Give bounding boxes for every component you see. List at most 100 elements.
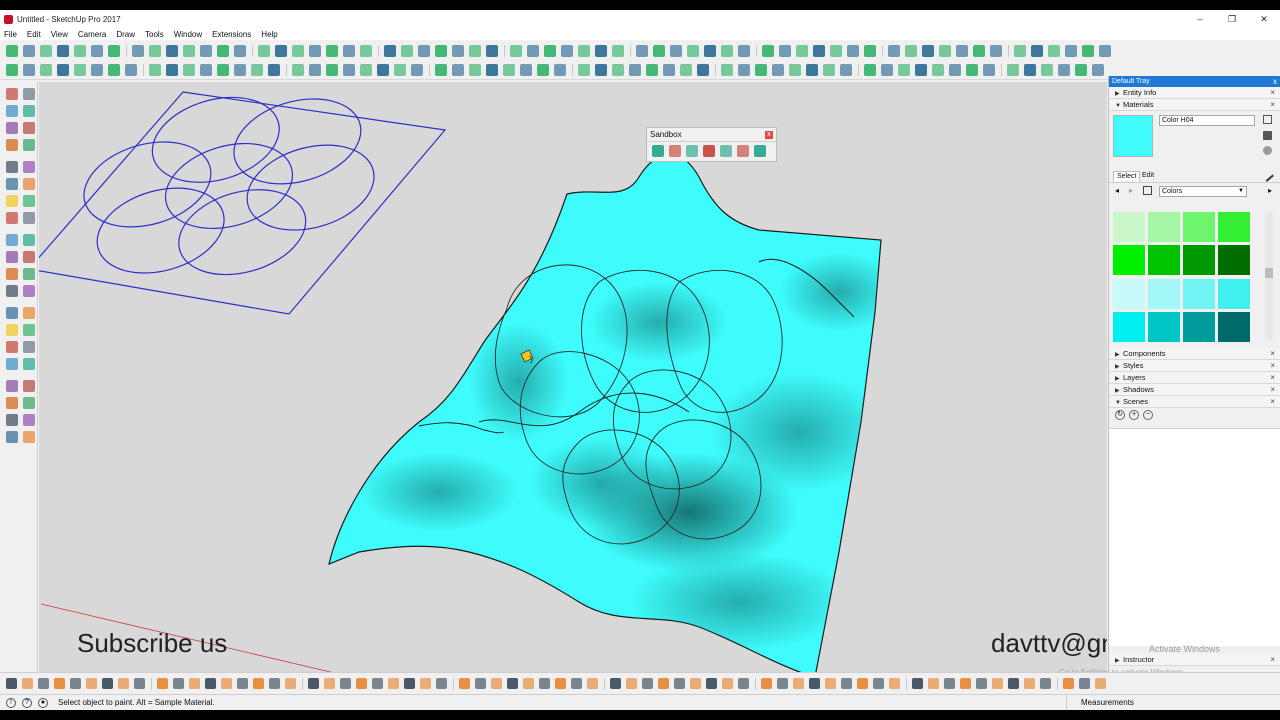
tool-icon[interactable] bbox=[6, 380, 18, 392]
material-swatch[interactable] bbox=[1183, 245, 1215, 276]
tool-icon[interactable] bbox=[1063, 678, 1074, 689]
tool-icon[interactable] bbox=[57, 44, 69, 57]
tool-icon[interactable] bbox=[1075, 64, 1087, 76]
tool-icon[interactable] bbox=[956, 44, 968, 57]
tool-icon[interactable] bbox=[612, 64, 624, 76]
tool-icon[interactable] bbox=[108, 44, 120, 57]
tool-icon[interactable] bbox=[309, 64, 321, 76]
tool-icon[interactable] bbox=[221, 678, 232, 689]
tool-icon[interactable] bbox=[1099, 44, 1111, 57]
tool-icon[interactable] bbox=[6, 358, 18, 370]
tool-icon[interactable] bbox=[674, 678, 685, 689]
tool-icon[interactable] bbox=[217, 44, 229, 57]
tool-icon[interactable] bbox=[966, 64, 978, 76]
tool-icon[interactable] bbox=[932, 64, 944, 76]
tool-icon[interactable] bbox=[864, 44, 876, 57]
tool-icon[interactable] bbox=[571, 678, 582, 689]
tool-icon[interactable] bbox=[91, 64, 103, 76]
tool-icon[interactable] bbox=[554, 64, 566, 76]
tool-icon[interactable] bbox=[377, 64, 389, 76]
tool-icon[interactable] bbox=[6, 178, 18, 190]
tool-icon[interactable] bbox=[6, 195, 18, 207]
tool-icon[interactable] bbox=[173, 678, 184, 689]
tool-icon[interactable] bbox=[949, 64, 961, 76]
tool-icon[interactable] bbox=[857, 678, 868, 689]
tool-icon[interactable] bbox=[1048, 44, 1060, 57]
tool-icon[interactable] bbox=[687, 44, 699, 57]
panel-close-icon[interactable]: × bbox=[1270, 360, 1275, 372]
tool-icon[interactable] bbox=[663, 64, 675, 76]
tool-icon[interactable] bbox=[149, 64, 161, 76]
tool-icon[interactable] bbox=[720, 145, 732, 157]
tool-icon[interactable] bbox=[200, 64, 212, 76]
palette-scroll-thumb[interactable] bbox=[1265, 268, 1273, 278]
tool-icon[interactable] bbox=[360, 64, 372, 76]
tool-icon[interactable] bbox=[703, 145, 715, 157]
tool-icon[interactable] bbox=[1095, 678, 1106, 689]
tool-icon[interactable] bbox=[23, 358, 35, 370]
material-swatch[interactable] bbox=[1113, 311, 1145, 342]
tool-icon[interactable] bbox=[944, 678, 955, 689]
tool-icon[interactable] bbox=[840, 64, 852, 76]
tool-icon[interactable] bbox=[343, 64, 355, 76]
tool-icon[interactable] bbox=[491, 678, 502, 689]
panel-instructor-head[interactable]: ▶ Instructor × bbox=[1109, 654, 1280, 666]
tool-icon[interactable] bbox=[881, 64, 893, 76]
menu-edit[interactable]: Edit bbox=[27, 30, 41, 39]
tool-icon[interactable] bbox=[721, 64, 733, 76]
tool-icon[interactable] bbox=[23, 397, 35, 409]
tool-icon[interactable] bbox=[813, 44, 825, 57]
close-button[interactable]: ✕ bbox=[1248, 10, 1280, 28]
menu-camera[interactable]: Camera bbox=[78, 30, 106, 39]
tool-icon[interactable] bbox=[830, 44, 842, 57]
credits-icon[interactable]: ? bbox=[22, 697, 32, 708]
tool-icon[interactable] bbox=[54, 678, 65, 689]
tool-icon[interactable] bbox=[404, 678, 415, 689]
tool-icon[interactable] bbox=[754, 145, 766, 157]
menu-tools[interactable]: Tools bbox=[145, 30, 164, 39]
tool-icon[interactable] bbox=[841, 678, 852, 689]
tool-icon[interactable] bbox=[626, 678, 637, 689]
model-viewport[interactable]: Subscribe us davttv@gmail.com bbox=[39, 82, 1107, 672]
tool-icon[interactable] bbox=[1079, 678, 1090, 689]
material-swatch[interactable] bbox=[1148, 278, 1180, 309]
tool-icon[interactable] bbox=[737, 145, 749, 157]
menu-help[interactable]: Help bbox=[261, 30, 277, 39]
tool-icon[interactable] bbox=[74, 44, 86, 57]
back-arrow-icon[interactable]: ◂ bbox=[1115, 186, 1119, 195]
tool-icon[interactable] bbox=[469, 44, 481, 57]
material-swatch[interactable] bbox=[1183, 311, 1215, 342]
tool-icon[interactable] bbox=[285, 678, 296, 689]
panel-close-icon[interactable]: × bbox=[1270, 348, 1275, 360]
panel-close-icon[interactable]: × bbox=[1270, 654, 1275, 666]
tab-edit[interactable]: Edit bbox=[1139, 171, 1157, 180]
tool-icon[interactable] bbox=[6, 251, 18, 263]
tool-icon[interactable] bbox=[706, 678, 717, 689]
default-paint-icon[interactable] bbox=[1263, 131, 1272, 140]
tool-icon[interactable] bbox=[436, 678, 447, 689]
tool-icon[interactable] bbox=[555, 678, 566, 689]
tool-icon[interactable] bbox=[157, 678, 168, 689]
tool-icon[interactable] bbox=[825, 678, 836, 689]
home-icon[interactable] bbox=[1143, 186, 1152, 195]
material-swatch[interactable] bbox=[1113, 245, 1145, 276]
tool-icon[interactable] bbox=[469, 64, 481, 76]
tool-icon[interactable] bbox=[74, 64, 86, 76]
tool-icon[interactable] bbox=[992, 678, 1003, 689]
tool-icon[interactable] bbox=[6, 341, 18, 353]
tool-icon[interactable] bbox=[40, 44, 52, 57]
forward-arrow-icon[interactable]: ▸ bbox=[1129, 186, 1133, 195]
tool-icon[interactable] bbox=[268, 64, 280, 76]
tool-icon[interactable] bbox=[777, 678, 788, 689]
tool-icon[interactable] bbox=[704, 44, 716, 57]
panel-close-icon[interactable]: × bbox=[1270, 384, 1275, 396]
tool-icon[interactable] bbox=[523, 678, 534, 689]
tool-icon[interactable] bbox=[889, 678, 900, 689]
material-swatch[interactable] bbox=[1218, 245, 1250, 276]
refresh-scene-icon[interactable]: ↻ bbox=[1115, 410, 1125, 420]
menu-window[interactable]: Window bbox=[174, 30, 202, 39]
tool-icon[interactable] bbox=[1041, 64, 1053, 76]
tool-icon[interactable] bbox=[806, 64, 818, 76]
tool-icon[interactable] bbox=[789, 64, 801, 76]
tool-icon[interactable] bbox=[435, 64, 447, 76]
